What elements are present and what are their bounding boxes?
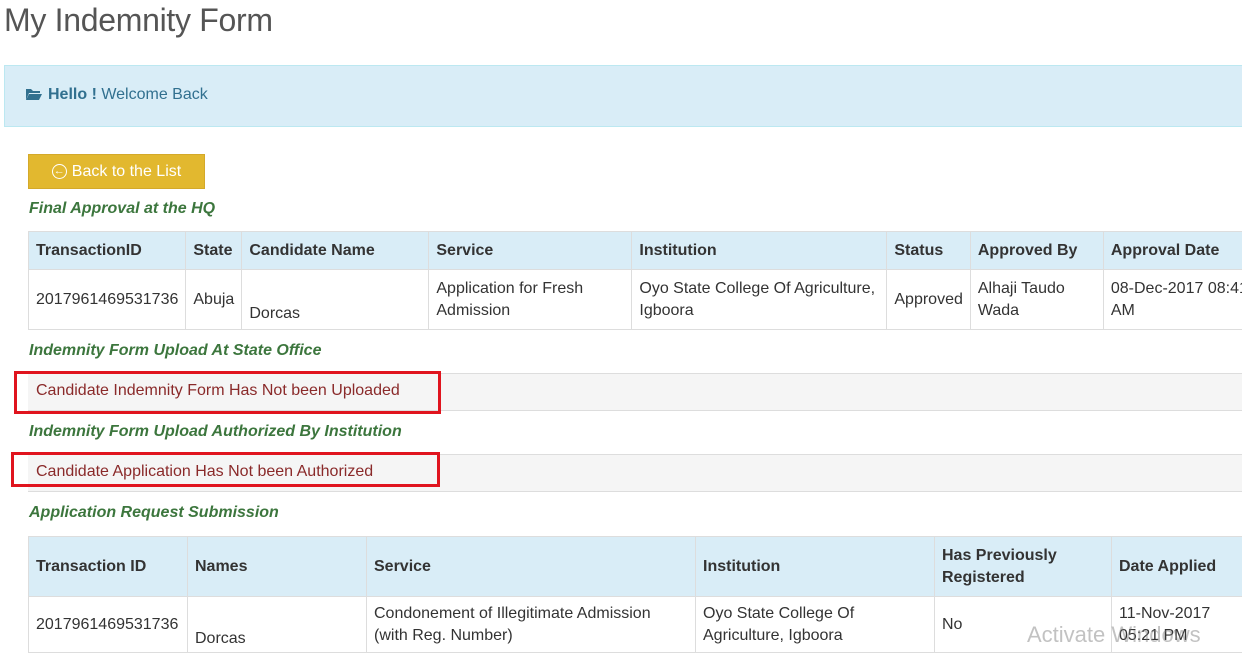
transaction-id-cell: 2017961469531736 xyxy=(29,270,186,330)
transaction-id-cell: 2017961469531736 xyxy=(29,597,188,653)
submission-heading: Application Request Submission xyxy=(29,504,279,522)
column-header: TransactionID xyxy=(29,232,186,270)
approved-by-cell: Alhaji Taudo Wada xyxy=(970,270,1103,330)
institution-auth-heading: Indemnity Form Upload Authorized By Inst… xyxy=(29,423,402,441)
state-cell: Abuja xyxy=(186,270,242,330)
table-header-row: TransactionID State Candidate Name Servi… xyxy=(29,232,1242,270)
service-cell: Condonement of Illegitimate Admission (w… xyxy=(367,597,696,653)
circle-arrow-left-icon: ← xyxy=(52,164,67,179)
welcome-message: Hello ! Welcome Back xyxy=(25,86,208,104)
column-header: State xyxy=(186,232,242,270)
highlight-box xyxy=(11,452,440,487)
status-cell: Approved xyxy=(887,270,971,330)
column-header: Names xyxy=(188,537,367,597)
approval-date-cell: 08-Dec-2017 08:41 AM xyxy=(1103,270,1242,330)
table-row: 2017961469531736 Abuja Dorcas Applicatio… xyxy=(29,270,1242,330)
institution-cell: Oyo State College Of Agriculture, Igboor… xyxy=(696,597,935,653)
names-cell: Dorcas xyxy=(188,597,367,653)
column-header: Status xyxy=(887,232,971,270)
column-header: Candidate Name xyxy=(242,232,429,270)
column-header: Has Previously Registered xyxy=(935,537,1112,597)
candidate-name: Dorcas xyxy=(249,303,421,325)
final-approval-heading: Final Approval at the HQ xyxy=(29,200,215,218)
state-office-heading: Indemnity Form Upload At State Office xyxy=(29,342,321,360)
candidate-names: Dorcas xyxy=(195,628,359,650)
institution-cell: Oyo State College Of Agriculture, Igboor… xyxy=(632,270,887,330)
welcome-text: Welcome Back xyxy=(101,86,207,103)
column-header: Approval Date xyxy=(1103,232,1242,270)
highlight-box xyxy=(14,371,441,414)
redacted-block xyxy=(195,599,345,621)
folder-open-icon xyxy=(25,87,43,101)
welcome-alert: Hello ! Welcome Back xyxy=(4,65,1242,127)
column-header: Transaction ID xyxy=(29,537,188,597)
column-header: Service xyxy=(367,537,696,597)
column-header: Institution xyxy=(632,232,887,270)
candidate-name-cell: Dorcas xyxy=(242,270,429,330)
column-header: Institution xyxy=(696,537,935,597)
column-header: Service xyxy=(429,232,632,270)
table-header-row: Transaction ID Names Service Institution… xyxy=(29,537,1242,597)
service-cell: Application for Fresh Admission xyxy=(429,270,632,330)
redacted-block xyxy=(249,274,409,296)
back-to-list-button[interactable]: ← Back to the List xyxy=(28,154,205,189)
welcome-bold: Hello ! xyxy=(48,86,97,103)
back-to-list-label: Back to the List xyxy=(72,163,181,181)
final-approval-table: TransactionID State Candidate Name Servi… xyxy=(28,231,1242,330)
column-header: Date Applied xyxy=(1112,537,1242,597)
column-header: Approved By xyxy=(970,232,1103,270)
page-title: My Indemnity Form xyxy=(4,0,273,40)
activate-windows-watermark: Activate Windows xyxy=(1027,622,1201,648)
